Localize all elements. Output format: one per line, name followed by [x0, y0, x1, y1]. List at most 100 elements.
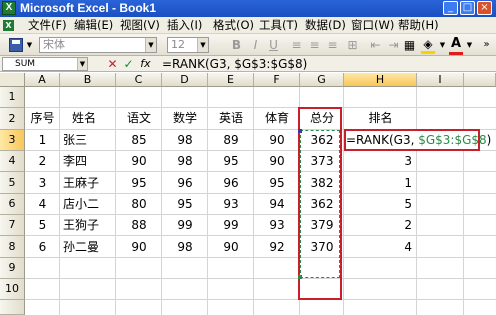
- maximize-button[interactable]: □: [460, 1, 475, 15]
- excel-app-icon[interactable]: X: [2, 1, 16, 15]
- seq-cell[interactable]: 4: [25, 194, 60, 215]
- row-header[interactable]: 9: [0, 258, 25, 279]
- column-header-selected[interactable]: H: [344, 73, 417, 87]
- math-cell[interactable]: 98: [162, 151, 208, 172]
- formula-input[interactable]: =RANK(G3, $G$3:$G$8): [162, 56, 307, 72]
- close-button[interactable]: ×: [477, 1, 492, 15]
- header-cell[interactable]: 英语: [208, 108, 254, 129]
- chevron-down-icon[interactable]: ▼: [465, 37, 474, 53]
- range-corner-handle[interactable]: [298, 275, 302, 279]
- header-cell[interactable]: 语文: [116, 108, 162, 129]
- chinese-cell[interactable]: 85: [116, 130, 162, 151]
- column-header[interactable]: G: [300, 73, 344, 87]
- row-header[interactable]: 1: [0, 87, 25, 108]
- chinese-cell[interactable]: 80: [116, 194, 162, 215]
- cancel-icon[interactable]: ✕: [106, 57, 119, 71]
- indent-increase-icon[interactable]: ⇥: [386, 37, 401, 53]
- minimize-button[interactable]: _: [443, 1, 458, 15]
- chinese-cell[interactable]: 95: [116, 173, 162, 194]
- menu-tools[interactable]: 工具(T): [259, 18, 298, 33]
- row-header[interactable]: 8: [0, 236, 25, 258]
- chevron-down-icon[interactable]: ▼: [438, 37, 447, 53]
- column-header[interactable]: C: [116, 73, 162, 87]
- header-cell[interactable]: 序号: [25, 108, 60, 129]
- name-cell[interactable]: 李四: [60, 151, 116, 172]
- menu-help[interactable]: 帮助(H): [398, 18, 439, 33]
- header-cell[interactable]: 姓名: [60, 108, 116, 129]
- menu-insert[interactable]: 插入(I): [167, 18, 202, 33]
- math-cell[interactable]: 98: [162, 130, 208, 151]
- enter-icon[interactable]: ✓: [122, 57, 135, 71]
- row-header[interactable]: 6: [0, 194, 25, 215]
- seq-cell[interactable]: 3: [25, 173, 60, 194]
- row-header[interactable]: 7: [0, 215, 25, 236]
- column-header[interactable]: B: [60, 73, 116, 87]
- fill-color-icon[interactable]: ◈: [420, 37, 436, 54]
- borders-icon[interactable]: ▦: [402, 37, 417, 53]
- bold-button[interactable]: B: [229, 37, 244, 53]
- chevron-down-icon[interactable]: ▼: [25, 37, 34, 53]
- header-cell[interactable]: 数学: [162, 108, 208, 129]
- rank-cell[interactable]: 5: [344, 194, 417, 215]
- seq-cell[interactable]: 6: [25, 237, 60, 258]
- font-size-select[interactable]: 12 ▼: [167, 37, 209, 53]
- name-box[interactable]: SUM ▼: [2, 57, 88, 71]
- name-cell[interactable]: 王狗子: [60, 215, 116, 236]
- header-cell[interactable]: 排名: [344, 108, 417, 129]
- font-color-icon[interactable]: A: [449, 37, 463, 55]
- pe-cell[interactable]: 93: [254, 215, 300, 236]
- row-header-selected[interactable]: 3: [0, 130, 25, 151]
- merge-center-icon[interactable]: ⊞: [345, 37, 360, 53]
- name-cell[interactable]: 王麻子: [60, 173, 116, 194]
- english-cell[interactable]: 96: [208, 173, 254, 194]
- pe-cell[interactable]: 90: [254, 151, 300, 172]
- name-cell[interactable]: 孙二曼: [60, 237, 116, 258]
- name-cell[interactable]: 张三: [60, 130, 116, 151]
- column-header[interactable]: I: [417, 73, 464, 87]
- select-all-button[interactable]: [0, 73, 25, 87]
- english-cell[interactable]: 89: [208, 130, 254, 151]
- menu-window[interactable]: 窗口(W): [351, 18, 394, 33]
- english-cell[interactable]: 90: [208, 237, 254, 258]
- rank-cell[interactable]: 4: [344, 237, 417, 258]
- header-cell[interactable]: 体育: [254, 108, 300, 129]
- chinese-cell[interactable]: 90: [116, 151, 162, 172]
- align-left-icon[interactable]: ≡: [289, 37, 304, 53]
- pe-cell[interactable]: 94: [254, 194, 300, 215]
- indent-decrease-icon[interactable]: ⇤: [368, 37, 383, 53]
- column-header[interactable]: F: [254, 73, 300, 87]
- menu-edit[interactable]: 编辑(E): [74, 18, 113, 33]
- align-right-icon[interactable]: ≡: [325, 37, 340, 53]
- row-header[interactable]: 4: [0, 151, 25, 172]
- english-cell[interactable]: 93: [208, 194, 254, 215]
- row-header[interactable]: 2: [0, 108, 25, 130]
- chinese-cell[interactable]: 88: [116, 215, 162, 236]
- align-center-icon[interactable]: ≡: [307, 37, 322, 53]
- menu-format[interactable]: 格式(O): [213, 18, 254, 33]
- seq-cell[interactable]: 2: [25, 151, 60, 172]
- chinese-cell[interactable]: 90: [116, 237, 162, 258]
- insert-function-icon[interactable]: fx: [139, 57, 152, 71]
- pe-cell[interactable]: 95: [254, 173, 300, 194]
- math-cell[interactable]: 95: [162, 194, 208, 215]
- italic-button[interactable]: I: [248, 37, 263, 53]
- rank-cell[interactable]: 2: [344, 215, 417, 236]
- pe-cell[interactable]: 90: [254, 130, 300, 151]
- menu-file[interactable]: 文件(F): [28, 18, 67, 33]
- rank-cell[interactable]: 3: [344, 151, 417, 172]
- row-header[interactable]: 10: [0, 279, 25, 300]
- column-header[interactable]: A: [25, 73, 60, 87]
- seq-cell[interactable]: 1: [25, 130, 60, 151]
- seq-cell[interactable]: 5: [25, 215, 60, 236]
- column-header[interactable]: [464, 73, 496, 87]
- toolbar-options-icon[interactable]: »: [482, 37, 491, 53]
- column-header[interactable]: D: [162, 73, 208, 87]
- math-cell[interactable]: 99: [162, 215, 208, 236]
- menu-data[interactable]: 数据(D): [305, 18, 346, 33]
- english-cell[interactable]: 99: [208, 215, 254, 236]
- worksheet-grid[interactable]: A B C D E F G H I 1 2 3 4 5 6 7 8 9 10 序…: [0, 73, 496, 315]
- underline-button[interactable]: U: [266, 37, 281, 53]
- font-name-select[interactable]: 宋体 ▼: [39, 37, 157, 53]
- rank-cell[interactable]: 1: [344, 173, 417, 194]
- name-cell[interactable]: 店小二: [60, 194, 116, 215]
